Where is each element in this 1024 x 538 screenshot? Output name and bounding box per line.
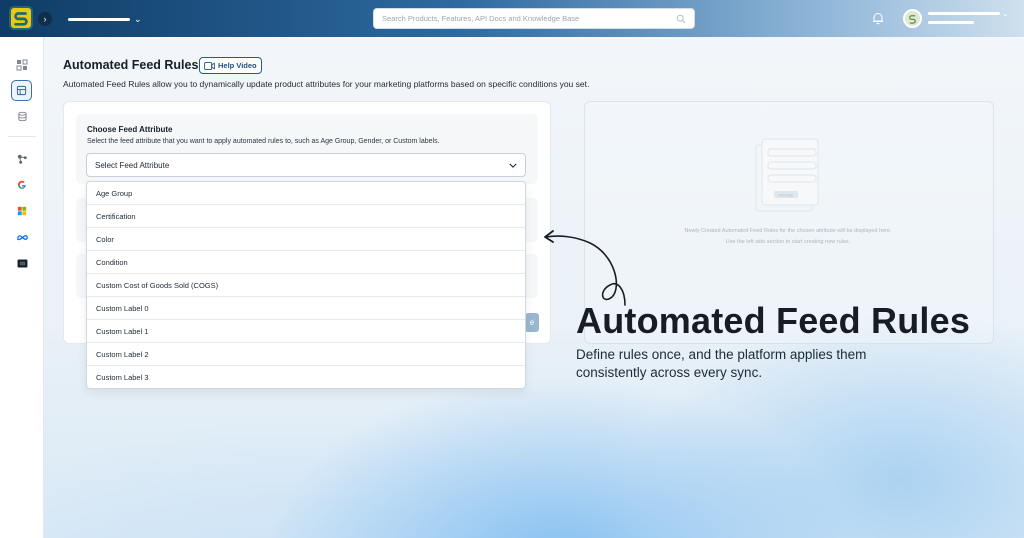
search-icon[interactable]: [676, 14, 686, 24]
search-bar[interactable]: [373, 8, 695, 29]
feed-attribute-select-value: Select Feed Attribute: [95, 160, 170, 170]
save-rule-button[interactable]: e: [525, 313, 539, 332]
bell-icon[interactable]: [871, 11, 885, 25]
promo-subline: Define rules once, and the platform appl…: [576, 347, 867, 380]
microsoft-icon[interactable]: [15, 204, 29, 218]
feed-attribute-select[interactable]: Select Feed Attribute: [86, 153, 526, 177]
feed-attribute-title: Choose Feed Attribute: [87, 125, 173, 134]
help-video-button[interactable]: Help Video: [199, 57, 262, 74]
dropdown-option[interactable]: Custom Label 1: [87, 320, 525, 343]
integrations-icon[interactable]: [15, 152, 29, 166]
page-title: Automated Feed Rules: [63, 58, 199, 72]
video-icon: [204, 61, 215, 70]
dropdown-option[interactable]: Condition: [87, 251, 525, 274]
feed-rules-icon[interactable]: [11, 80, 32, 101]
search-input[interactable]: [382, 14, 676, 23]
tiktok-icon[interactable]: [15, 256, 29, 270]
dropdown-option[interactable]: Custom Cost of Goods Sold (COGS): [87, 274, 525, 297]
chevron-down-icon: ⌄: [134, 14, 142, 24]
dropdown-option[interactable]: Color: [87, 228, 525, 251]
empty-state-line-1: Newly Created Automated Feed Rules for t…: [684, 228, 892, 234]
help-video-label: Help Video: [218, 61, 257, 70]
promo-headline: Automated Feed Rules: [576, 300, 971, 341]
dropdown-option[interactable]: Age Group: [87, 182, 525, 205]
database-icon[interactable]: [15, 109, 29, 123]
dropdown-option[interactable]: Custom Label 3: [87, 366, 525, 388]
avatar[interactable]: [903, 9, 922, 28]
store-selector[interactable]: ⌄: [68, 14, 142, 25]
dashboard-icon[interactable]: [15, 58, 29, 72]
dropdown-option[interactable]: Certification: [87, 205, 525, 228]
dropdown-option[interactable]: Custom Label 0: [87, 297, 525, 320]
svg-text:Add Rule: Add Rule: [779, 194, 793, 198]
chevron-down-icon[interactable]: ⌄: [1002, 9, 1009, 18]
feed-attribute-description: Select the feed attribute that you want …: [87, 138, 440, 145]
empty-state-illustration: Add Rule: [755, 138, 819, 212]
meta-icon[interactable]: [15, 230, 29, 244]
user-name-redacted: [928, 12, 1000, 15]
feed-attribute-dropdown: Age Group Certification Color Condition …: [86, 181, 526, 389]
dropdown-option[interactable]: Custom Label 2: [87, 343, 525, 366]
empty-state-line-2: Use the left side section to start creat…: [725, 239, 851, 245]
google-icon[interactable]: [15, 178, 29, 192]
sidebar-expand-button[interactable]: ›: [38, 12, 52, 26]
sidebar-divider: [8, 136, 36, 137]
logo-icon[interactable]: [9, 6, 33, 30]
top-bar: › ⌄ ⌄: [0, 0, 1024, 37]
sidebar: [0, 37, 44, 538]
chevron-down-icon: [509, 163, 517, 168]
user-email-redacted: [928, 21, 974, 24]
page-description: Automated Feed Rules allow you to dynami…: [63, 79, 590, 89]
store-name-redacted: [68, 18, 130, 21]
